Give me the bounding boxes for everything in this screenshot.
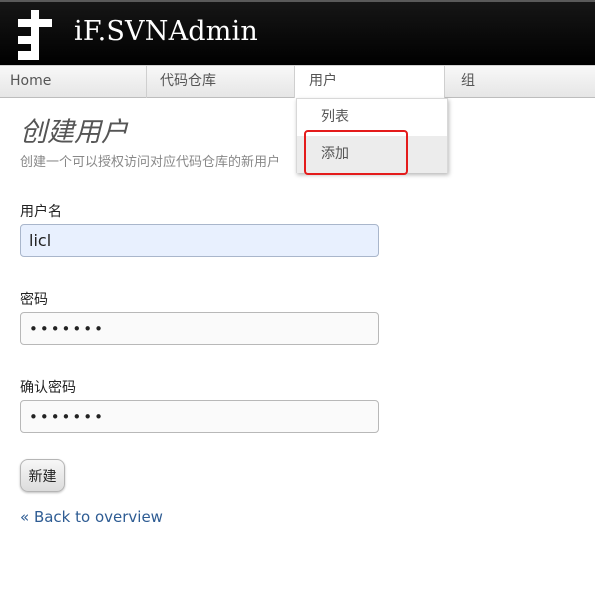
nav-users[interactable]: 用户	[295, 66, 445, 98]
confirm-password-label: 确认密码	[20, 380, 76, 396]
app-title: iF.SVNAdmin	[74, 16, 258, 47]
annotation-highlight-box	[304, 130, 408, 175]
create-button[interactable]: 新建	[20, 459, 65, 492]
nav-repositories[interactable]: 代码仓库	[147, 66, 295, 98]
nav-groups[interactable]: 组	[445, 66, 595, 98]
username-label: 用户名	[20, 204, 62, 220]
main-nav: Home 代码仓库 用户 组	[0, 65, 595, 98]
username-input[interactable]	[20, 224, 379, 257]
page-title: 创建用户	[20, 117, 128, 148]
confirm-password-input[interactable]	[20, 400, 379, 433]
svnadmin-logo-icon	[18, 10, 52, 60]
app-header: iF.SVNAdmin	[0, 0, 595, 65]
nav-home[interactable]: Home	[0, 66, 147, 98]
password-input[interactable]	[20, 312, 379, 345]
password-label: 密码	[20, 292, 48, 308]
back-to-overview-link[interactable]: « Back to overview	[20, 508, 163, 526]
page-description: 创建一个可以授权访问对应代码仓库的新用户	[20, 155, 281, 170]
